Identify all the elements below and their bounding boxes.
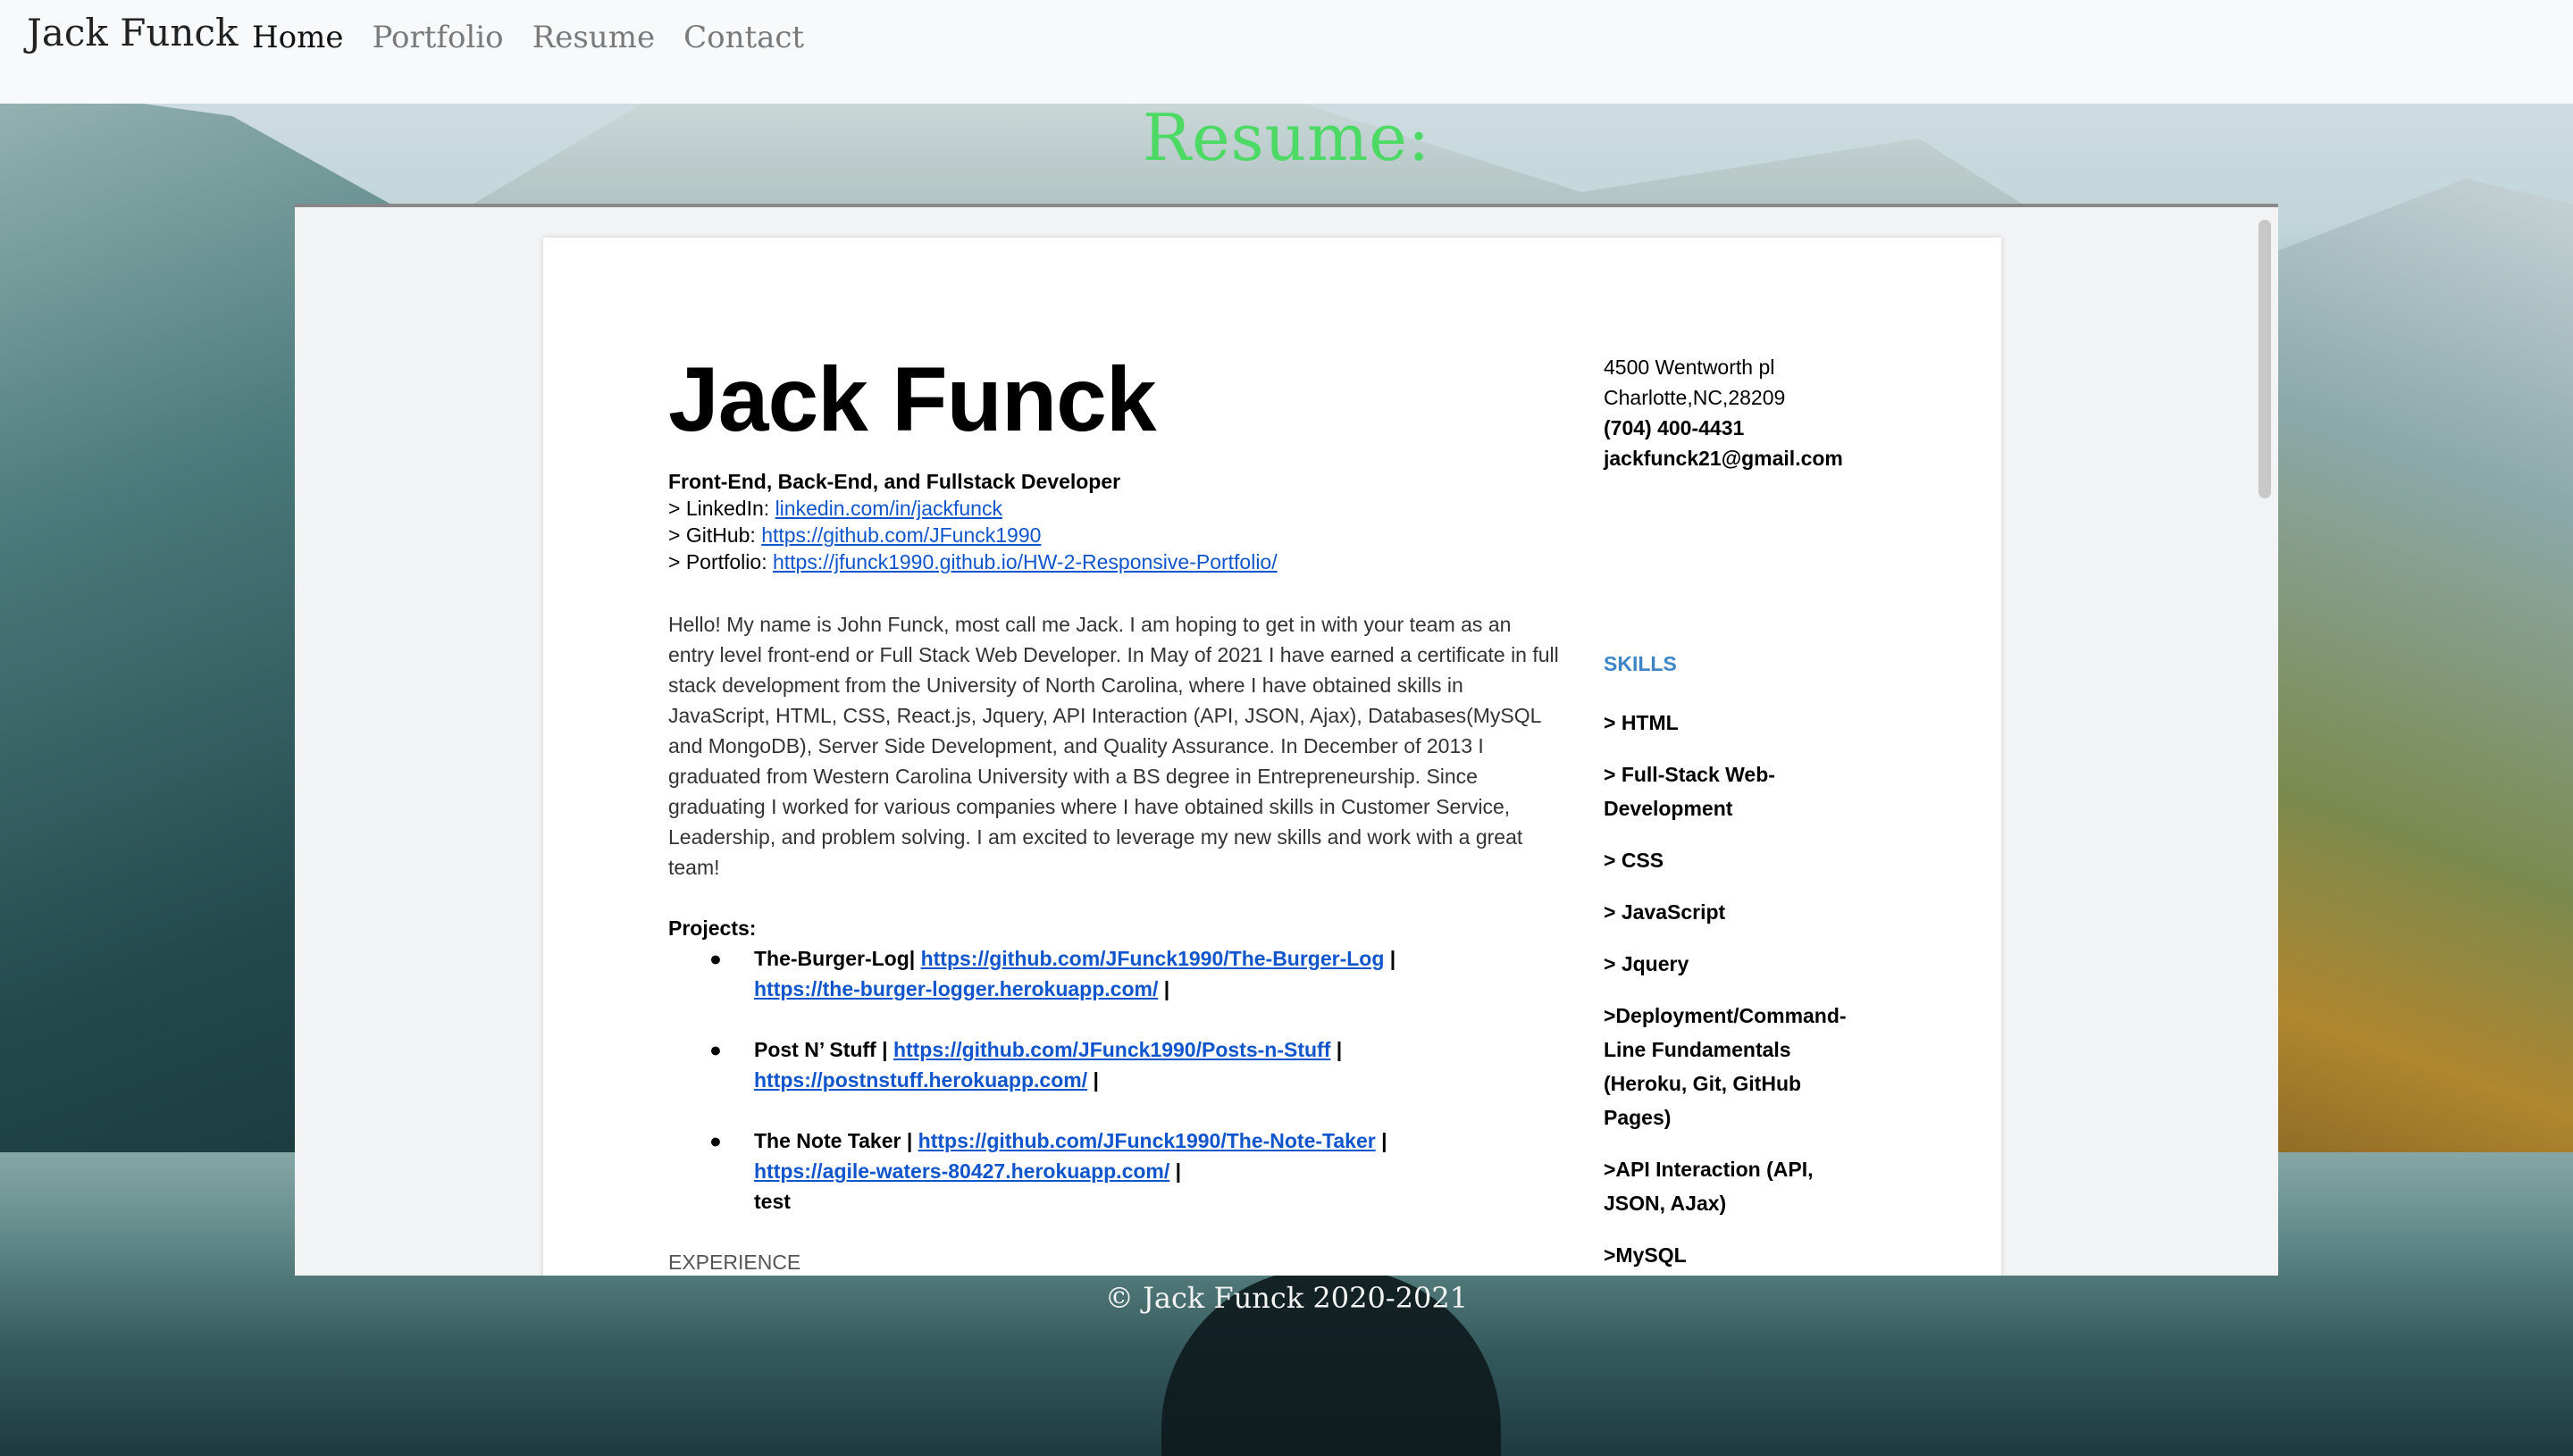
project-extra-text: test <box>754 1190 791 1213</box>
list-item: ● The Note Taker | https://github.com/JF… <box>668 1125 1562 1217</box>
separator: | <box>1375 1129 1387 1152</box>
skill-label: >API Interaction (API, JSON, AJax) <box>1604 1158 1814 1215</box>
resume-name: Jack Funck <box>668 348 1157 450</box>
skill-item: >Deployment/Command-Line Fundamentals (H… <box>1604 999 1863 1134</box>
list-item: ● Post N’ Stuff | https://github.com/JFu… <box>668 1034 1562 1095</box>
skill-item: > Full-Stack Web-Development <box>1604 757 1863 825</box>
page-title: Resume: <box>1142 100 1431 175</box>
github-link[interactable]: https://github.com/JFunck1990 <box>761 523 1041 547</box>
address-line-2: Charlotte,NC,28209 <box>1604 386 1786 409</box>
portfolio-label: > Portfolio: <box>668 550 773 573</box>
linkedin-line: > LinkedIn: linkedin.com/in/jackfunck <box>668 495 1562 522</box>
skill-label: >Deployment/Command-Line Fundamentals (H… <box>1604 1004 1847 1129</box>
project-repo-link[interactable]: https://github.com/JFunck1990/Posts-n-St… <box>893 1038 1330 1061</box>
scrollbar-thumb[interactable] <box>2259 220 2271 498</box>
project-repo-link[interactable]: https://github.com/JFunck1990/The-Note-T… <box>918 1129 1376 1152</box>
resume-main-column: Jack Funck Front-End, Back-End, and Full… <box>668 354 1562 1276</box>
navbar: Jack Funck Home Portfolio Resume Contact <box>0 0 2573 104</box>
github-line: > GitHub: https://github.com/JFunck1990 <box>668 522 1562 548</box>
project-repo-link[interactable]: https://github.com/JFunck1990/The-Burger… <box>921 947 1385 970</box>
skill-label: > JavaScript <box>1604 900 1726 924</box>
resume-embed-frame[interactable]: Jack Funck Front-End, Back-End, and Full… <box>295 204 2278 1276</box>
address-line-1: 4500 Wentworth pl <box>1604 356 1775 379</box>
skill-label: > Jquery <box>1604 952 1689 975</box>
email-address: jackfunck21@gmail.com <box>1604 447 1843 470</box>
linkedin-label: > LinkedIn: <box>668 497 775 520</box>
projects-list: ● The-Burger-Log| https://github.com/JFu… <box>668 943 1562 1217</box>
experience-heading: EXPERIENCE <box>668 1251 801 1274</box>
separator: | <box>1330 1038 1343 1061</box>
project-app-link[interactable]: https://the-burger-logger.herokuapp.com/ <box>754 977 1158 1000</box>
brand-logo[interactable]: Jack Funck <box>27 11 238 54</box>
resume-side-column: 4500 Wentworth pl Charlotte,NC,28209 (70… <box>1604 352 1863 1276</box>
nav-link-home[interactable]: Home <box>252 20 343 55</box>
skill-label: > Full-Stack Web-Development <box>1604 763 1775 820</box>
project-app-link[interactable]: https://agile-waters-80427.herokuapp.com… <box>754 1159 1169 1183</box>
nav-link-contact[interactable]: Contact <box>683 20 804 55</box>
bullet-icon: ● <box>709 947 722 970</box>
github-label: > GitHub: <box>668 523 762 547</box>
footer-copyright: © Jack Funck 2020-2021 <box>1104 1281 1469 1315</box>
separator: | <box>1384 947 1396 970</box>
skill-label: > HTML <box>1604 711 1679 734</box>
skill-label: > CSS <box>1604 849 1664 872</box>
portfolio-line: > Portfolio: https://jfunck1990.github.i… <box>668 548 1562 575</box>
linkedin-link[interactable]: linkedin.com/in/jackfunck <box>775 497 1002 520</box>
nav-link-portfolio[interactable]: Portfolio <box>372 20 503 55</box>
project-name: Post N’ Stuff | <box>754 1038 888 1061</box>
separator: | <box>1158 977 1170 1000</box>
project-app-link[interactable]: https://postnstuff.herokuapp.com/ <box>754 1068 1087 1092</box>
resume-bio: Hello! My name is John Funck, most call … <box>668 613 1559 879</box>
skill-label: >MySQL <box>1604 1243 1687 1267</box>
phone-number: (704) 400-4431 <box>1604 416 1745 439</box>
skill-item: > JavaScript <box>1604 895 1863 929</box>
skill-item: > CSS <box>1604 843 1863 877</box>
resume-tagline: Front-End, Back-End, and Fullstack Devel… <box>668 470 1121 493</box>
separator: | <box>1087 1068 1099 1092</box>
separator: | <box>1169 1159 1182 1183</box>
project-name: The-Burger-Log| <box>754 947 916 970</box>
bullet-icon: ● <box>709 1129 722 1152</box>
bullet-icon: ● <box>709 1038 722 1061</box>
skill-item: >MySQL <box>1604 1238 1863 1272</box>
resume-document: Jack Funck Front-End, Back-End, and Full… <box>543 238 2001 1276</box>
skills-heading: SKILLS <box>1604 652 1677 675</box>
nav-links: Home Portfolio Resume Contact <box>252 20 804 55</box>
list-item: ● The-Burger-Log| https://github.com/JFu… <box>668 943 1562 1004</box>
project-name: The Note Taker | <box>754 1129 913 1152</box>
skill-item: > HTML <box>1604 706 1863 740</box>
portfolio-link[interactable]: https://jfunck1990.github.io/HW-2-Respon… <box>773 550 1278 573</box>
skill-item: > Jquery <box>1604 947 1863 981</box>
nav-link-resume[interactable]: Resume <box>532 20 655 55</box>
projects-heading: Projects: <box>668 916 757 940</box>
skill-item: >API Interaction (API, JSON, AJax) <box>1604 1152 1863 1220</box>
